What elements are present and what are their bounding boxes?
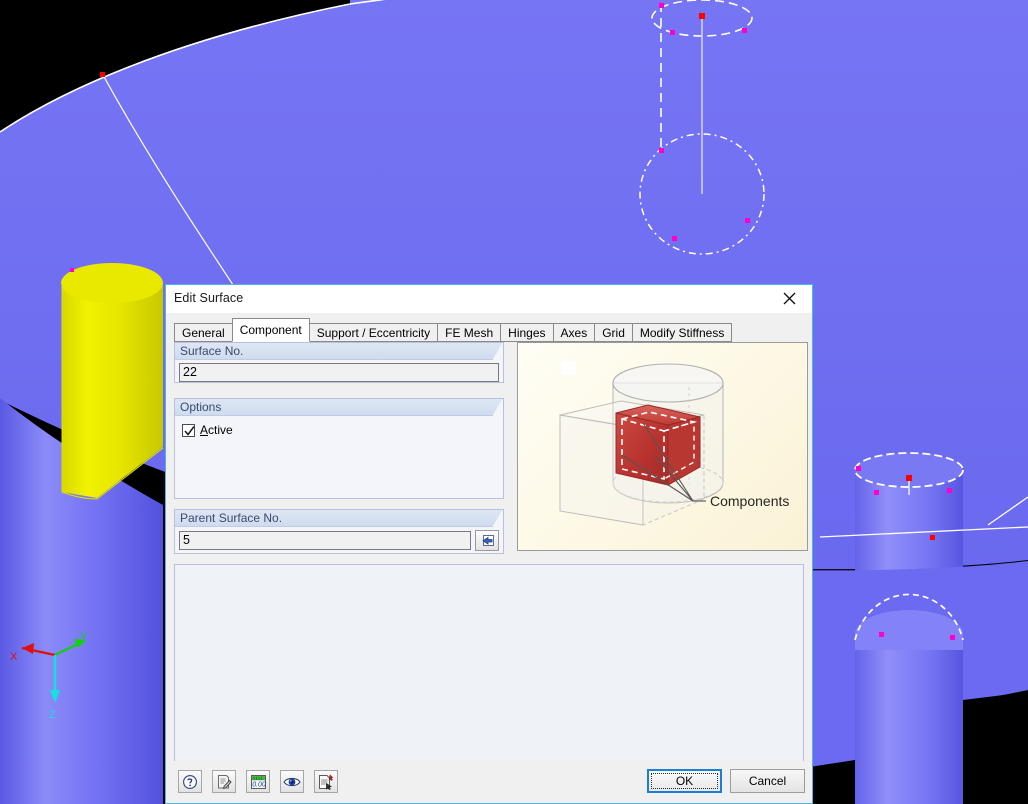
node-marker [742,28,747,33]
component-illustration: Components [517,342,808,551]
detail-panel[interactable] [174,564,804,768]
active-accelerator: A [200,423,208,437]
dialog-title: Edit Surface [174,291,243,305]
dialog-footer: 0.00 [166,761,812,803]
tab-bar[interactable]: GeneralComponentSupport / EccentricityFE… [174,321,804,343]
axis-x-label: X [10,651,18,663]
svg-text:0.00: 0.00 [252,781,266,788]
tab-fe-mesh[interactable]: FE Mesh [437,323,501,342]
group-options: Options Active [174,398,504,499]
comment-icon[interactable] [212,770,236,793]
dialog-client-area: GeneralComponentSupport / EccentricityFE… [166,313,812,803]
axis-z-label: Z [49,709,56,721]
node-marker [879,632,884,637]
node-marker [659,3,664,8]
node-marker [670,30,675,35]
close-icon[interactable] [767,285,812,312]
illustration-caption: Components [710,493,789,509]
node-marker [100,72,105,77]
surface-no-input[interactable] [179,363,499,382]
tab-component[interactable]: Component [232,318,310,342]
units-icon[interactable]: 0.00 [246,770,270,793]
axis-y-label: Y [80,631,88,643]
cylinder-top [613,364,723,402]
active-label-rest: ctive [208,423,233,437]
cancel-button[interactable]: Cancel [730,769,805,793]
tab-page-component: Surface No. Options Active [174,342,804,761]
node-marker [699,13,705,19]
component-diagram: Components [518,343,808,551]
node-marker [745,218,750,223]
node-marker [874,490,879,495]
ok-button-label: OK [676,774,693,788]
group-surface-no: Surface No. [174,342,504,383]
highlight-square [562,361,576,375]
group-parent-surface-no-header: Parent Surface No. [175,510,503,527]
active-checkbox-label: Active [200,423,233,437]
node-marker [906,475,912,481]
group-parent-surface-no: Parent Surface No. [174,509,504,554]
node-marker [659,148,664,153]
active-checkbox-row[interactable]: Active [182,423,499,437]
help-icon[interactable] [178,770,202,793]
details-icon[interactable] [314,770,338,793]
checkmark-icon [184,426,195,437]
tab-axes[interactable]: Axes [553,323,596,342]
tab-general[interactable]: General [174,323,233,342]
node-marker [930,535,935,540]
cancel-button-label: Cancel [749,774,786,788]
tab-modify-stiffness[interactable]: Modify Stiffness [632,323,732,342]
right-column-lower [855,634,963,804]
tab-grid[interactable]: Grid [594,323,633,342]
select-object-icon[interactable] [475,530,499,551]
node-marker [950,635,955,640]
node-marker [672,236,677,241]
group-surface-no-header: Surface No. [175,343,503,360]
view-icon[interactable] [280,770,304,793]
dialog-titlebar[interactable]: Edit Surface [166,285,812,313]
tab-support-eccentricity[interactable]: Support / Eccentricity [309,323,438,342]
node-marker [70,268,74,272]
tab-hinges[interactable]: Hinges [500,323,553,342]
parent-surface-no-input[interactable] [179,531,471,550]
ok-button[interactable]: OK [647,769,722,793]
yellow-cylinder-cap [61,263,163,303]
active-checkbox[interactable] [182,424,195,437]
edit-surface-dialog[interactable]: Edit Surface GeneralComponentSupport / E… [165,284,813,804]
group-options-header: Options [175,399,503,416]
node-marker [856,466,861,471]
node-marker [947,488,952,493]
